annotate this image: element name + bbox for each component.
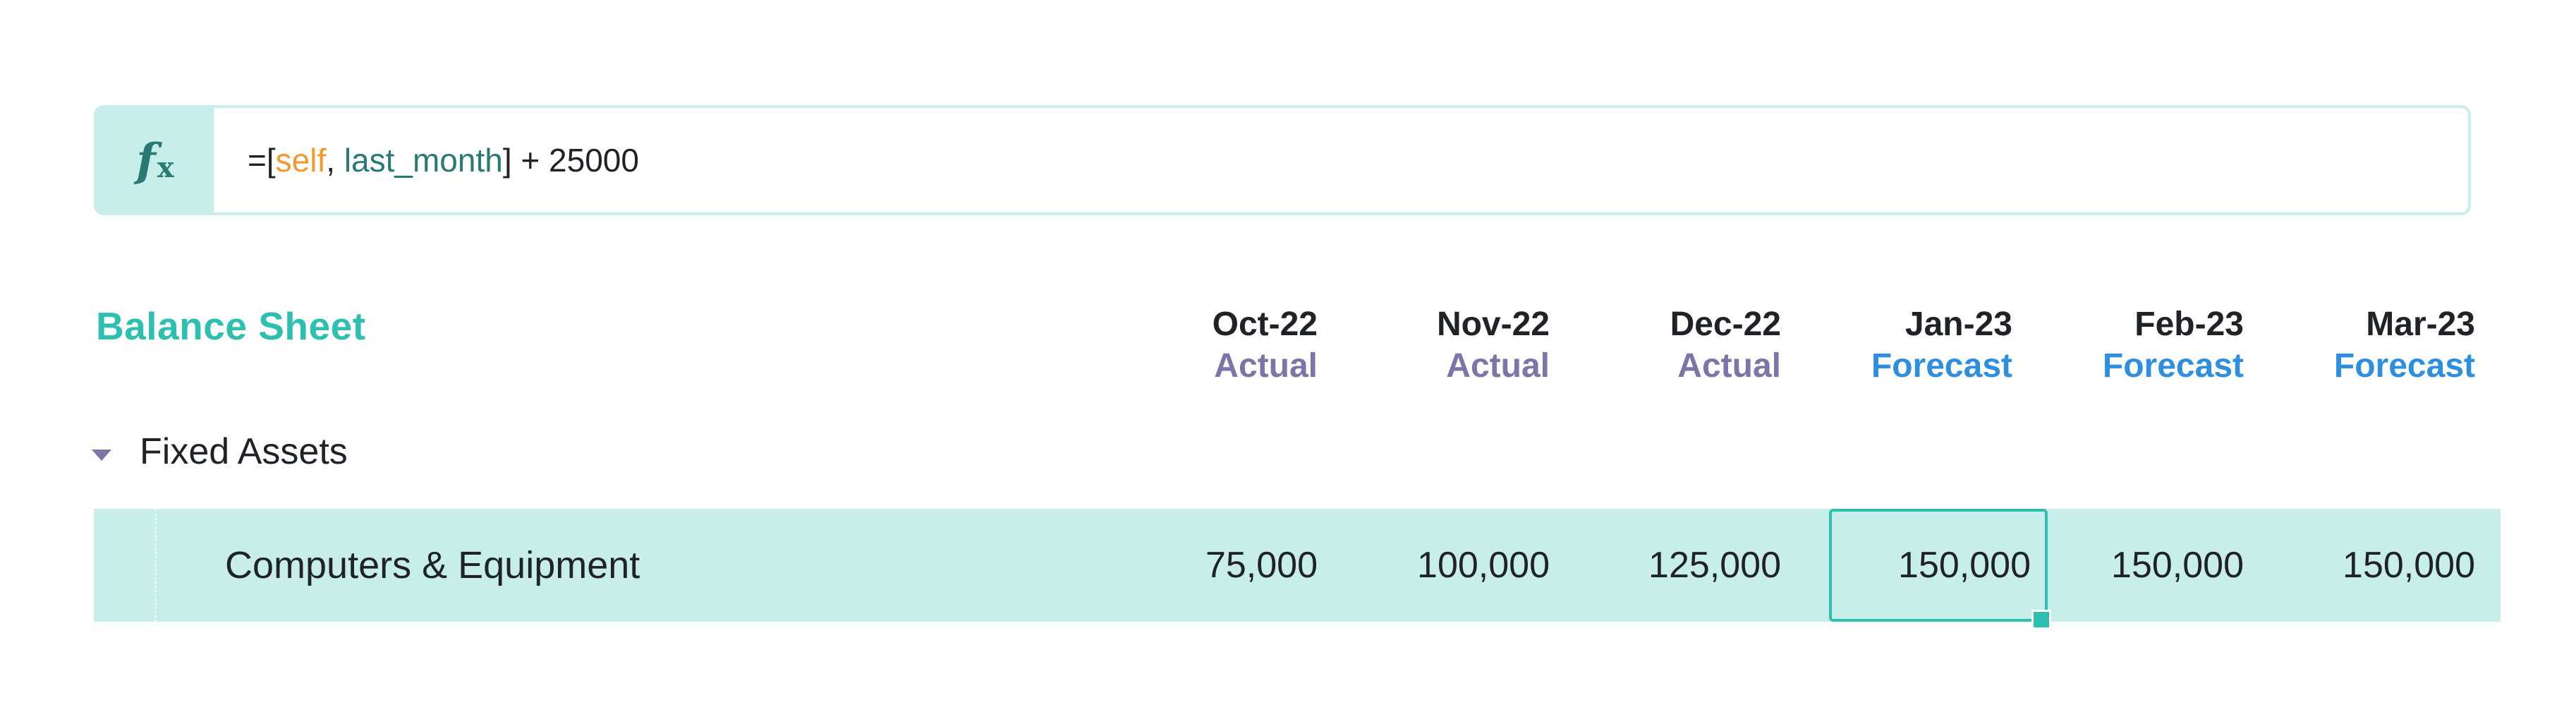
formula-token-0: =[ [248,142,276,179]
column-period: Mar-23 [2366,306,2475,343]
column-period: Dec-22 [1670,306,1781,343]
formula-input[interactable]: =[self, last_month] + 25000 [214,108,639,212]
formula-token-2: , [326,142,344,179]
spreadsheet-app: fx =[self, last_month] + 25000 Balance S… [0,0,2576,717]
column-period: Jan-23 [1904,306,2012,343]
column-period: Nov-22 [1436,306,1550,343]
row-label: Computers & Equipment [225,544,640,586]
column-header-feb-23[interactable]: Feb-23 Forecast [2032,303,2244,387]
cell-jan-23-selected[interactable]: 150,000 [1829,509,2048,622]
cell-dec-22[interactable]: 125,000 [1569,509,1781,622]
column-header-jan-23[interactable]: Jan-23 Forecast [1801,303,2012,387]
column-header-dec-22[interactable]: Dec-22 Actual [1569,303,1781,387]
caret-down-icon[interactable] [92,450,111,461]
section-row-fixed-assets[interactable]: Fixed Assets [92,423,348,480]
column-kind: Actual [1677,347,1781,385]
sheet-title: Balance Sheet [96,304,366,348]
indent-guide [154,509,157,622]
column-period: Feb-23 [2134,306,2244,343]
column-period: Oct-22 [1212,306,1318,343]
column-kind: Forecast [2333,347,2475,385]
cell-oct-22[interactable]: 75,000 [1106,509,1318,622]
formula-token-4: ] + 25000 [502,142,639,179]
column-kind: Actual [1214,347,1318,385]
column-kind: Forecast [2102,347,2244,385]
column-kind: Forecast [1871,347,2012,385]
formula-token-ref: last_month [344,142,503,179]
column-header-oct-22[interactable]: Oct-22 Actual [1106,303,1318,387]
cell-feb-23[interactable]: 150,000 [2032,509,2244,622]
column-header-nov-22[interactable]: Nov-22 Actual [1338,303,1550,387]
column-header-mar-23[interactable]: Mar-23 Forecast [2264,303,2475,387]
cell-mar-23[interactable]: 150,000 [2264,509,2475,622]
cell-nov-22[interactable]: 100,000 [1338,509,1550,622]
function-icon[interactable]: fx [97,108,214,212]
formula-token-self: self [275,142,327,179]
fill-handle[interactable] [2031,610,2051,629]
column-kind: Actual [1446,347,1550,385]
table-row[interactable]: Computers & Equipment 75,000 100,000 125… [94,509,2501,622]
section-label: Fixed Assets [140,431,348,472]
formula-bar[interactable]: fx =[self, last_month] + 25000 [94,105,2471,215]
